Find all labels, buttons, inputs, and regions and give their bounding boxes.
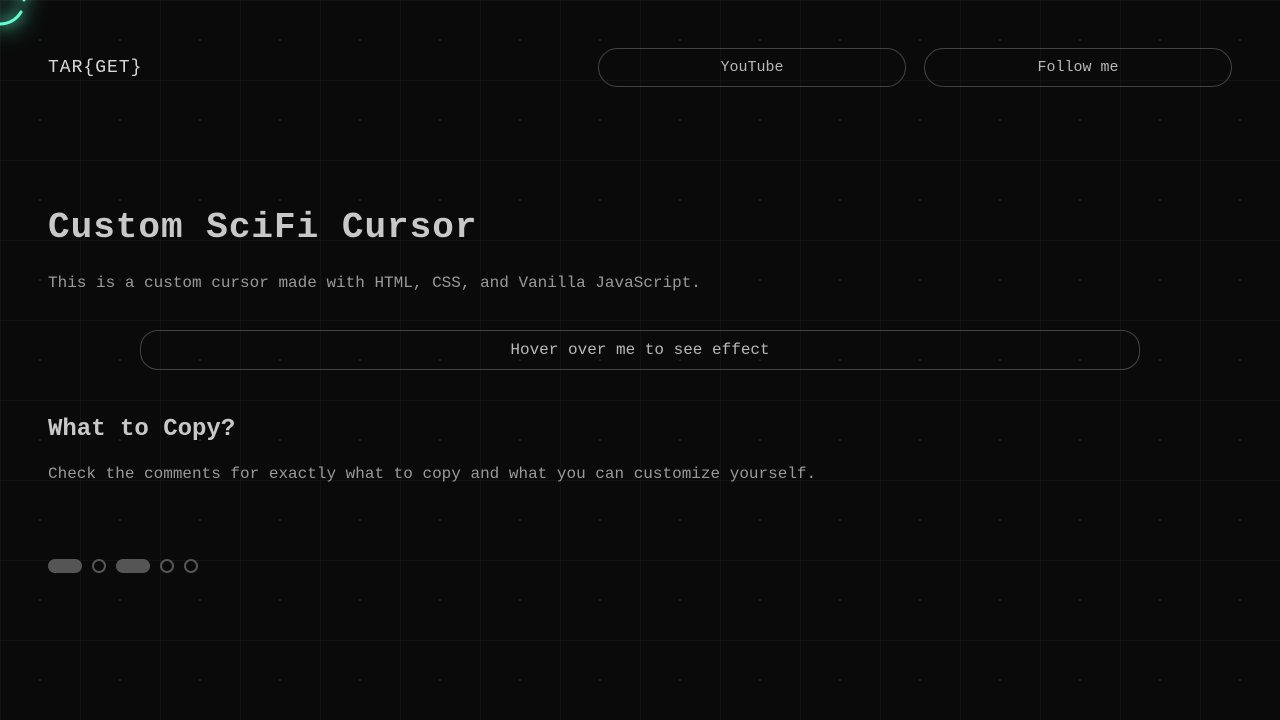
morse-dash-icon xyxy=(116,559,150,573)
header-buttons: YouTube Follow me xyxy=(598,48,1232,87)
page-title: Custom SciFi Cursor xyxy=(48,207,1232,248)
morse-dash-icon xyxy=(48,559,82,573)
logo: TAR{GET} xyxy=(48,58,142,78)
section-subtitle: What to Copy? xyxy=(48,416,1232,443)
follow-button[interactable]: Follow me xyxy=(924,48,1232,87)
header: TAR{GET} YouTube Follow me xyxy=(48,48,1232,87)
section-description: Check the comments for exactly what to c… xyxy=(48,465,1232,483)
page-description: This is a custom cursor made with HTML, … xyxy=(48,274,1232,292)
morse-decoration xyxy=(48,559,1232,573)
morse-dot-icon xyxy=(184,559,198,573)
youtube-button[interactable]: YouTube xyxy=(598,48,906,87)
morse-dot-icon xyxy=(160,559,174,573)
morse-dot-icon xyxy=(92,559,106,573)
hover-demo-button[interactable]: Hover over me to see effect xyxy=(140,330,1140,370)
